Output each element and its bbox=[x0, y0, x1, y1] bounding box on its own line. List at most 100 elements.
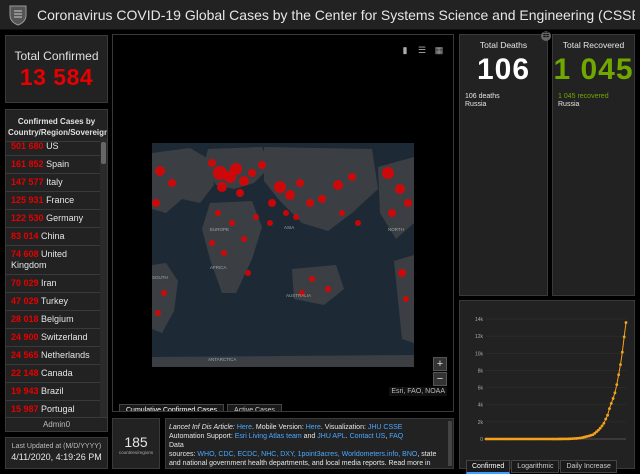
case-bubble bbox=[253, 214, 259, 220]
page-title: Coronavirus COVID-19 Global Cases by the… bbox=[37, 7, 635, 23]
world-map[interactable]: EUROPE ASIA AFRICA AUSTRALIA ANTARCTICA … bbox=[152, 143, 414, 367]
country-list-scrollbar[interactable] bbox=[100, 138, 107, 418]
case-bubble bbox=[236, 189, 244, 197]
country-name: US bbox=[46, 141, 59, 151]
total-recovered-panel: Total Recovered 1 045 1 045 recovered Ru… bbox=[552, 34, 635, 296]
chart-point bbox=[619, 363, 622, 367]
country-row[interactable]: 83 014 China bbox=[6, 228, 102, 246]
country-name: Portugal bbox=[41, 404, 75, 414]
country-row[interactable]: 15 987 Portugal bbox=[6, 401, 102, 418]
info-scrollbar[interactable] bbox=[448, 421, 452, 466]
case-bubble bbox=[155, 166, 165, 176]
case-bubble bbox=[152, 199, 160, 207]
chart-point bbox=[602, 421, 606, 425]
country-name: Italy bbox=[46, 177, 63, 187]
tab-daily-increase[interactable]: Daily Increase bbox=[560, 460, 617, 473]
tab-cumulative-confirmed[interactable]: Cumulative Confirmed Cases bbox=[119, 404, 225, 411]
tab-active-cases[interactable]: Active Cases bbox=[227, 404, 282, 411]
country-row[interactable]: 28 018 Belgium bbox=[6, 311, 102, 329]
country-row[interactable]: 161 852 Spain bbox=[6, 156, 102, 174]
country-count-panel: 185 countries/regions bbox=[112, 418, 160, 469]
label-antarctica: ANTARCTICA bbox=[208, 357, 236, 362]
country-row[interactable]: 147 577 Italy bbox=[6, 174, 102, 192]
country-row[interactable]: 22 148 Canada bbox=[6, 365, 102, 383]
country-row[interactable]: 70 029 Iran bbox=[6, 275, 102, 293]
legend-icon[interactable]: ☷ bbox=[541, 31, 551, 41]
info-text: , state bbox=[417, 451, 437, 458]
country-row[interactable]: 24 565 Netherlands bbox=[6, 347, 102, 365]
case-bubble bbox=[267, 220, 273, 226]
country-row[interactable]: 125 931 France bbox=[6, 192, 102, 210]
chart-y-tick-label: 4k bbox=[478, 403, 484, 409]
country-name: China bbox=[41, 231, 65, 241]
country-name: Iran bbox=[41, 278, 57, 288]
case-bubble bbox=[388, 209, 396, 217]
country-row[interactable]: 122 530 Germany bbox=[6, 210, 102, 228]
scrollbar-thumb[interactable] bbox=[101, 142, 106, 164]
info-line-5: and national government health departmen… bbox=[169, 460, 431, 467]
country-name: Switzerland bbox=[41, 332, 88, 342]
country-name: France bbox=[46, 195, 75, 205]
land-antarctica bbox=[152, 355, 414, 367]
country-row[interactable]: 74 608 United Kingdom bbox=[6, 246, 102, 275]
chart-point bbox=[606, 413, 609, 417]
jhu-shield-icon bbox=[9, 5, 27, 26]
case-bubble bbox=[403, 296, 409, 302]
jhu-csse-link[interactable]: JHU CSSE bbox=[368, 424, 403, 431]
country-row[interactable]: 47 029 Turkey bbox=[6, 293, 102, 311]
case-bubble bbox=[208, 159, 216, 167]
chart-series-line bbox=[486, 322, 627, 440]
info-text: . Mobile Version: bbox=[252, 424, 306, 431]
case-bubble bbox=[348, 173, 356, 181]
sources-links[interactable]: WHO, CDC, ECDC, NHC, DXY, 1point3acres, … bbox=[197, 451, 417, 458]
country-name: Brazil bbox=[41, 386, 64, 396]
grid-icon[interactable]: ▦ bbox=[433, 44, 445, 56]
country-case-count: 74 608 bbox=[11, 249, 39, 259]
jhu-apl-link[interactable]: JHU APL bbox=[317, 433, 345, 440]
total-recovered-label: Total Recovered bbox=[562, 40, 625, 50]
chart-point bbox=[613, 391, 617, 395]
chart-y-tick-label: 6k bbox=[478, 386, 484, 392]
deaths-detail-value: 106 deaths bbox=[465, 93, 500, 100]
case-bubble bbox=[339, 210, 345, 216]
info-text: Lancet Inf Dis Article: bbox=[169, 424, 237, 431]
map-panel[interactable]: ▮ ☰ ▦ EUROPE ASIA AFRICA AUSTRALIA ANTARCT… bbox=[112, 34, 454, 412]
case-bubble bbox=[155, 310, 161, 316]
recovered-detail-value: 1 045 recovered bbox=[558, 93, 609, 100]
info-text: sources: bbox=[169, 451, 198, 458]
chart-point bbox=[617, 373, 621, 377]
case-bubble bbox=[217, 182, 227, 192]
faq-link[interactable]: FAQ bbox=[389, 433, 403, 440]
country-case-count: 19 943 bbox=[11, 386, 39, 396]
chart-y-tick-label: 0 bbox=[480, 437, 483, 443]
case-bubble bbox=[209, 240, 215, 246]
country-row[interactable]: 19 943 Brazil bbox=[6, 383, 102, 401]
country-list-footer[interactable]: Admin0 bbox=[6, 417, 107, 431]
bookmark-icon[interactable]: ▮ bbox=[399, 44, 411, 56]
tab-confirmed[interactable]: Confirmed bbox=[466, 460, 511, 474]
case-bubble bbox=[382, 167, 394, 179]
tab-logarithmic[interactable]: Logarithmic bbox=[511, 460, 560, 473]
country-name: Turkey bbox=[40, 296, 69, 306]
list-icon[interactable]: ☰ bbox=[416, 44, 428, 56]
zoom-in-button[interactable]: + bbox=[433, 357, 447, 371]
case-bubble bbox=[245, 270, 251, 276]
contact-link[interactable]: Contact US bbox=[350, 433, 386, 440]
total-deaths-label: Total Deaths bbox=[479, 40, 528, 50]
info-line-1: Lancet Inf Dis Article: Here. Mobile Ver… bbox=[169, 423, 447, 432]
confirmed-chart[interactable]: 0 2k 4k 6k 8k 10k 12k 14k bbox=[460, 301, 636, 453]
chart-panel: 0 2k 4k 6k 8k 10k 12k 14k Confirmed Logarithmic D… bbox=[459, 300, 636, 474]
lancet-link[interactable]: Here bbox=[237, 424, 252, 431]
zoom-out-button[interactable]: − bbox=[433, 372, 447, 386]
info-text: Automation Support: bbox=[169, 433, 235, 440]
esri-link[interactable]: Esri Living Atlas team bbox=[235, 433, 302, 440]
case-bubble bbox=[274, 181, 286, 193]
case-bubble bbox=[248, 169, 256, 177]
case-bubble bbox=[285, 190, 295, 200]
country-case-count: 147 577 bbox=[11, 177, 44, 187]
country-row[interactable]: 24 900 Switzerland bbox=[6, 329, 102, 347]
map-toolbar: ▮ ☰ ▦ bbox=[394, 40, 445, 56]
info-line-4: sources: WHO, CDC, ECDC, NHC, DXY, 1poin… bbox=[169, 450, 447, 459]
country-row[interactable]: 501 680 US bbox=[6, 138, 102, 156]
mobile-link[interactable]: Here bbox=[306, 424, 321, 431]
